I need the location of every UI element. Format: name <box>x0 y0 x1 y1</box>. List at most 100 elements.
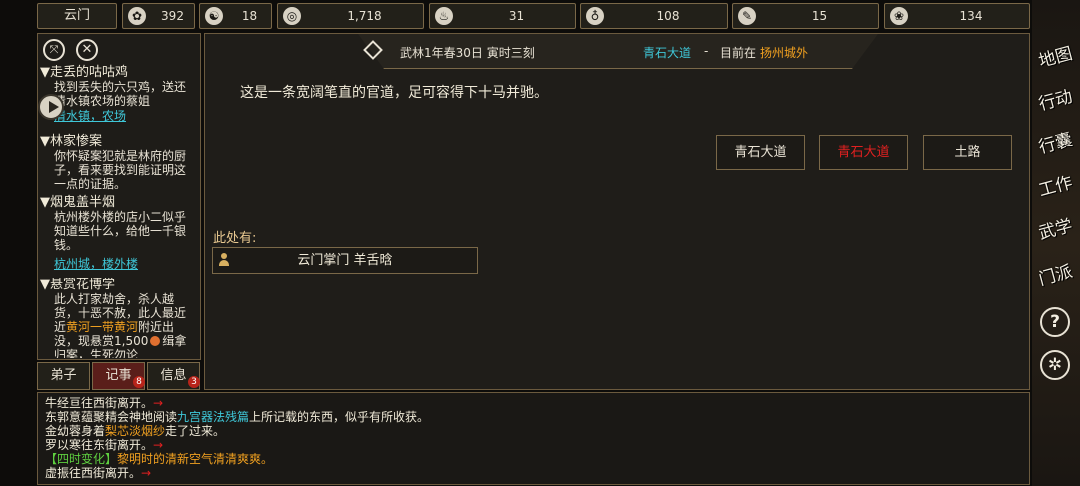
coin-pouch-icon: ✿ <box>128 7 146 25</box>
stat-food[interactable]: ♨ 31 <box>429 3 576 29</box>
log-line: 金幼蓉身着梨芯淡烟纱走了过来。 <box>45 424 225 438</box>
quest-text: 附近出 <box>138 320 175 334</box>
header-city[interactable]: 扬州城外 <box>760 44 808 61</box>
quest-title: ▼烟鬼盖半烟 <box>40 195 115 210</box>
nav-inventory[interactable]: 行囊 <box>1036 122 1075 160</box>
quest-desc-line: 没，现悬赏1,500 缉拿 <box>40 334 196 348</box>
nav-work[interactable]: 工作 <box>1036 165 1075 203</box>
stat-scroll[interactable]: ✎ 15 <box>732 3 879 29</box>
log-line: 【四时变化】黎明时的清新空气清清爽爽。 <box>45 452 273 466</box>
nav-action[interactable]: 行动 <box>1036 79 1075 117</box>
nav-label: 地图 <box>1036 43 1075 72</box>
quest-desc-line: 一点的证据。 <box>54 177 127 191</box>
nav-label: 行囊 <box>1036 129 1075 158</box>
header-loc-prefix: 目前在 <box>720 46 757 60</box>
nav-sect[interactable]: 门派 <box>1036 254 1075 292</box>
header-sep: - <box>704 44 709 58</box>
tab-label: 记事 <box>105 368 132 383</box>
play-icon[interactable] <box>38 94 64 120</box>
quest-title: ▼悬赏花博学 <box>40 278 115 292</box>
log-text: 黎明时的清新空气清清爽爽。 <box>117 452 274 466</box>
expand-icon[interactable]: ⤧ <box>43 39 65 61</box>
quest-text: 没，现悬赏1,500 <box>54 334 149 348</box>
food-bowl-icon: ♨ <box>435 7 453 25</box>
stat-value: 31 <box>508 9 525 23</box>
quest-desc-line: 钱。 <box>54 238 79 252</box>
quest-desc-line: 知道些什么，给他一千银 <box>54 224 187 238</box>
log-line: 虚振往西街离开。→ <box>45 466 151 480</box>
log-tag: 【四时变化】 <box>45 452 118 466</box>
tab-label: 弟子 <box>50 368 77 383</box>
exit-east[interactable]: 土路 <box>923 135 1012 170</box>
quest-item[interactable]: ▼林家惨案 你怀疑案犯就是林府的厨 子，看来要找到能证明这 一点的证据。 <box>40 134 196 192</box>
log-text: 虚振往西街离开。 <box>45 466 142 480</box>
nav-label: 工作 <box>1036 172 1075 201</box>
settings-icon: ✲ <box>1040 350 1070 380</box>
tab-label: 信息 <box>160 368 187 383</box>
location-description: 这是一条宽阔笔直的官道，足可容得下十马并驰。 <box>240 85 548 101</box>
quest-desc-line: 你怀疑案犯就是林府的厨 <box>54 149 187 163</box>
stat-value: 108 <box>656 9 680 23</box>
here-label: 此处有: <box>213 231 257 246</box>
nav-settings[interactable]: ✲ <box>1036 346 1074 384</box>
quest-item[interactable]: ▼悬赏花博学 此人打家劫舍，杀人越 货，十恶不赦，此人最近 近黄河一带黄河附近出… <box>40 278 196 358</box>
sect-name: 云门 <box>63 8 90 23</box>
nav-martial-arts[interactable]: 武学 <box>1036 208 1075 246</box>
scroll-icon: ✎ <box>738 7 756 25</box>
nav-label: 行动 <box>1036 86 1075 115</box>
sect-name-box[interactable]: 云门 <box>37 3 117 29</box>
stat-value: 1,718 <box>347 9 382 23</box>
stat-copper-coin[interactable]: ◎ 1,718 <box>277 3 424 29</box>
crowd-icon: ❀ <box>890 7 908 25</box>
exit-label: 土路 <box>954 145 981 160</box>
exit-label: 青石大道 <box>837 145 890 160</box>
log-item-link[interactable]: 梨芯淡烟纱 <box>105 424 165 438</box>
stat-value: 392 <box>161 9 184 23</box>
nav-label: 武学 <box>1036 215 1075 244</box>
stat-yin-yang[interactable]: ☯ 18 <box>199 3 272 29</box>
tab-journal[interactable]: 记事 8 <box>92 362 145 390</box>
quest-location-link[interactable]: 杭州城，楼外楼 <box>40 257 196 271</box>
help-icon: ? <box>1040 307 1070 337</box>
quest-desc-line: 杭州楼外楼的店小二似乎 <box>54 210 187 224</box>
quest-desc-line: 货，十恶不赦，此人最近 <box>54 306 187 320</box>
quest-title: ▼林家惨案 <box>40 134 102 149</box>
quest-item[interactable]: ▼走丢的咕咕鸡 找到丢失的六只鸡，送还 清水镇农场的蔡姐 清水镇，农场 <box>40 66 196 124</box>
log-line: 东郭意蕴聚精会神地阅读九宫器法残篇上所记载的东西，似乎有所收获。 <box>45 410 429 424</box>
log-text: 东郭意蕴聚精会神地阅读 <box>45 410 178 424</box>
nav-map[interactable]: 地图 <box>1036 36 1075 74</box>
yin-yang-icon: ☯ <box>205 7 223 25</box>
quest-item[interactable]: ▼烟鬼盖半烟 杭州楼外楼的店小二似乎 知道些什么，给他一千银 钱。 杭州城，楼外… <box>40 195 196 272</box>
log-line: 罗以寒往东街离开。→ <box>45 438 163 452</box>
quest-desc-line: 近黄河一带黄河附近出 <box>40 320 196 334</box>
message-log[interactable] <box>37 392 1030 485</box>
npc-name: 云门掌门 羊舌晗 <box>297 253 393 268</box>
log-text: 金幼蓉身着 <box>45 424 106 438</box>
quest-desc-line: 此人打家劫舍，杀人越 <box>54 292 175 306</box>
quest-desc-line: 归案，生死勿论 <box>54 348 139 358</box>
log-line: 牛经亘往西街离开。→ <box>45 396 163 410</box>
header-date: 武林1年春30日 寅时三刻 <box>400 46 535 60</box>
log-book-link[interactable]: 九宫器法残篇 <box>177 410 249 424</box>
stat-crowd[interactable]: ❀ 134 <box>884 3 1030 29</box>
exit-west[interactable]: 青石大道 <box>716 135 805 170</box>
quest-highlight: 黄河一带黄河 <box>66 320 139 334</box>
stat-gourd[interactable]: ♁ 108 <box>580 3 728 29</box>
exit-current[interactable]: 青石大道 <box>819 135 908 170</box>
tab-badge: 3 <box>188 376 200 388</box>
arrow-icon: → <box>153 438 164 452</box>
stat-value: 134 <box>959 9 983 23</box>
close-icon[interactable]: ✕ <box>76 39 98 61</box>
quest-desc-line: 找到丢失的六只鸡，送还 <box>54 80 187 94</box>
quest-location-link[interactable]: 清水镇，农场 <box>40 109 196 123</box>
copper-coin-icon <box>150 336 161 346</box>
tab-messages[interactable]: 信息 3 <box>147 362 200 390</box>
tab-disciples[interactable]: 弟子 <box>37 362 90 390</box>
stat-value: 15 <box>811 9 828 23</box>
stat-coin-pouch[interactable]: ✿ 392 <box>122 3 195 29</box>
npc-button[interactable]: 云门掌门 羊舌晗 <box>212 247 478 274</box>
arrow-icon: → <box>153 396 164 410</box>
log-text: 走了过来。 <box>165 424 226 438</box>
nav-help[interactable]: ? <box>1036 303 1074 341</box>
gourd-icon: ♁ <box>586 7 604 25</box>
